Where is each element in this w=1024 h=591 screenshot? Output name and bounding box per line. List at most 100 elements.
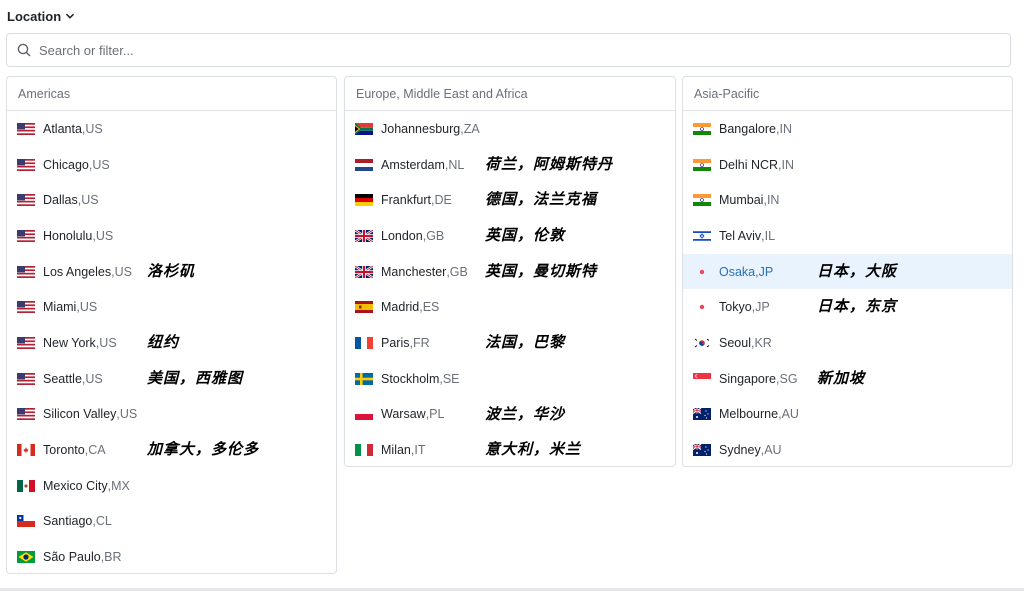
city-option-sao-paulo[interactable]: São Paulo, BR [7,539,336,575]
city-name: Melbourne [719,407,779,422]
handwritten-annotation: 英国，伦敦 [485,226,566,245]
city-option-singapore[interactable]: Singapore, SG 新加坡 [683,361,1012,397]
country-code: US [99,335,117,350]
country-code: US [85,371,103,386]
country-code: KR [754,335,772,350]
country-code: IN [781,157,795,172]
country-code: JP [758,264,774,279]
city-name: Delhi NCR [719,157,779,172]
city-name: Warsaw [381,407,426,422]
city-name: Stockholm [381,371,440,386]
city-name: Madrid [381,300,420,315]
city-name: Seattle [43,371,82,386]
se-flag-icon [355,372,373,385]
city-option-new-york[interactable]: New York, US 纽约 [7,325,336,361]
handwritten-annotation: 日本，东京 [817,297,898,316]
handwritten-annotation: 法国，巴黎 [485,333,566,352]
au-flag-icon [693,444,711,457]
handwritten-annotation: 加拿大，多伦多 [147,440,260,459]
country-code: US [92,157,110,172]
location-dropdown[interactable]: Location [7,8,75,24]
ca-flag-icon [17,444,35,457]
city-option-los-angeles[interactable]: Los Angeles, US 洛杉矶 [7,254,336,290]
city-name: Paris [381,335,410,350]
city-name: Toronto [43,443,85,458]
jp-flag-icon [699,269,705,274]
city-option-amsterdam[interactable]: Amsterdam, NL 荷兰，阿姆斯特丹 [345,147,675,183]
city-option-seoul[interactable]: Seoul, KR [683,325,1012,361]
city-option-madrid[interactable]: Madrid, ES [345,289,675,325]
us-flag-icon [17,122,35,135]
il-flag-icon [693,229,711,242]
region-header: Asia-Pacific [683,77,1012,111]
pl-flag-icon [355,408,373,421]
city-option-tokyo[interactable]: Tokyo, JP 日本，东京 [683,289,1012,325]
handwritten-annotation: 美国，西雅图 [147,368,244,387]
city-list: Bangalore, IN Delhi NCR, IN Mumbai, IN Tel … [683,111,1012,468]
cl-flag-icon [17,515,35,528]
city-option-melbourne[interactable]: Melbourne, AU [683,397,1012,433]
city-option-atlanta[interactable]: Atlanta, US [7,111,336,147]
country-code: US [95,228,114,243]
city-name: Chicago [43,157,89,172]
country-code: IN [766,193,780,208]
region-panel-asia-pacific: Asia-Pacific Bangalore, IN Delhi NCR, IN M… [682,76,1013,467]
city-option-warsaw[interactable]: Warsaw, PL 波兰，华沙 [345,397,675,433]
nl-flag-icon [355,158,373,171]
us-flag-icon [17,265,35,278]
region-header: Europe, Middle East and Africa [345,77,675,111]
handwritten-annotation: 新加坡 [817,368,866,387]
city-option-milan[interactable]: Milan, IT 意大利，米兰 [345,432,675,468]
au-flag-icon [693,408,711,421]
city-name: Mumbai [719,193,764,208]
us-flag-icon [17,301,35,314]
country-code: IT [414,443,426,458]
city-option-mumbai[interactable]: Mumbai, IN [683,182,1012,218]
city-name: Osaka [719,264,756,279]
city-option-dallas[interactable]: Dallas, US [7,182,336,218]
it-flag-icon [355,444,373,457]
region-panel-emea: Europe, Middle East and Africa Johannesb… [344,76,676,467]
sg-flag-icon [693,372,711,385]
city-option-honolulu[interactable]: Honolulu, US [7,218,336,254]
es-flag-icon [355,301,373,314]
country-code: SG [779,371,798,386]
handwritten-annotation: 洛杉矶 [147,261,196,280]
city-name: Dallas [43,193,78,208]
city-name: Bangalore [719,121,776,136]
us-flag-icon [17,158,35,171]
us-flag-icon [17,194,35,207]
city-option-chicago[interactable]: Chicago, US [7,147,336,183]
city-option-seattle[interactable]: Seattle, US 美国，西雅图 [7,361,336,397]
city-option-london[interactable]: London, GB 英国，伦敦 [345,218,675,254]
city-option-miami[interactable]: Miami, US [7,289,336,325]
city-option-santiago[interactable]: Santiago, CL [7,504,336,540]
country-code: CA [88,443,106,458]
city-name: Tel Aviv [719,228,762,243]
search-bar[interactable] [6,33,1011,67]
city-option-delhi-ncr[interactable]: Delhi NCR, IN [683,147,1012,183]
city-option-toronto[interactable]: Toronto, CA 加拿大，多伦多 [7,432,336,468]
country-code: CL [95,514,112,529]
handwritten-annotation: 波兰，华沙 [485,404,566,423]
country-code: AU [781,407,799,422]
gb-flag-icon [355,265,373,278]
city-option-osaka[interactable]: Osaka, JP 日本，大阪 [683,253,1012,290]
country-code: US [119,407,138,422]
country-code: ZA [463,121,480,136]
za-flag-icon [355,122,373,135]
city-option-bangalore[interactable]: Bangalore, IN [683,111,1012,147]
city-option-paris[interactable]: Paris, FR 法国，巴黎 [345,325,675,361]
city-option-frankfurt[interactable]: Frankfurt, DE 德国，法兰克福 [345,182,675,218]
city-option-mexico-city[interactable]: Mexico City, MX [7,468,336,504]
city-option-stockholm[interactable]: Stockholm, SE [345,361,675,397]
in-flag-icon [693,158,711,171]
city-name: Miami [43,300,77,315]
city-option-tel-aviv[interactable]: Tel Aviv, IL [683,218,1012,254]
city-option-silicon-valley[interactable]: Silicon Valley, US [7,397,336,433]
city-option-sydney[interactable]: Sydney, AU [683,432,1012,468]
search-input[interactable] [39,42,939,58]
city-option-johannesburg[interactable]: Johannesburg, ZA [345,111,675,147]
country-code: US [114,264,132,279]
city-option-manchester[interactable]: Manchester, GB 英国，曼切斯特 [345,254,675,290]
